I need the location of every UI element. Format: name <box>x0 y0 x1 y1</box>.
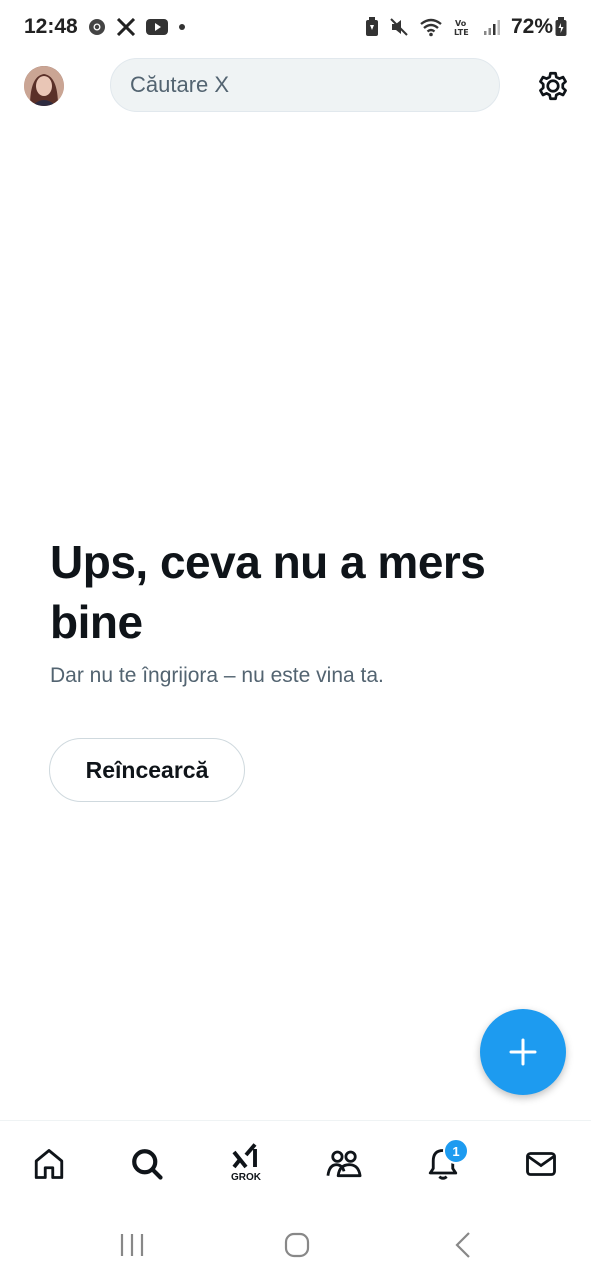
notification-badge: 1 <box>443 1138 469 1164</box>
x-icon <box>116 18 136 36</box>
avatar[interactable] <box>24 66 64 106</box>
home-button-icon[interactable] <box>282 1230 312 1260</box>
dot-icon <box>178 23 186 31</box>
svg-text:LTE: LTE <box>454 28 469 37</box>
battery-icon <box>555 17 567 37</box>
top-bar: Căutare X <box>0 54 591 118</box>
compose-button[interactable] <box>480 1009 566 1095</box>
search-placeholder: Căutare X <box>130 72 230 97</box>
youtube-icon <box>145 19 168 35</box>
bottom-nav <box>0 1120 591 1207</box>
wifi-icon <box>419 17 443 37</box>
svg-text:Vo: Vo <box>455 19 467 28</box>
mute-icon <box>389 17 409 37</box>
grok-label: GROK <box>231 1172 261 1183</box>
retry-button[interactable]: Reîncearcă <box>49 738 245 802</box>
status-bar: 12:48 Vo LTE 72% <box>0 0 591 54</box>
home-icon[interactable] <box>27 1141 71 1187</box>
chrome-icon <box>88 18 106 36</box>
battery-percent: 72% <box>510 15 553 38</box>
back-icon[interactable] <box>448 1230 478 1260</box>
gear-icon[interactable] <box>535 68 571 104</box>
volte-icon: Vo LTE <box>453 17 473 37</box>
search-icon[interactable] <box>125 1141 169 1187</box>
clock: 12:48 <box>24 15 78 38</box>
communities-icon[interactable] <box>322 1141 366 1187</box>
messages-icon[interactable] <box>519 1141 563 1187</box>
battery-saver-icon <box>365 17 379 37</box>
signal-icon <box>483 18 501 36</box>
error-title: Ups, ceva nu a mers bine <box>50 536 486 648</box>
error-subtitle: Dar nu te îngrijora – nu este vina ta. <box>50 664 384 687</box>
system-nav-bar <box>0 1206 591 1280</box>
search-input[interactable]: Căutare X <box>110 58 500 112</box>
recent-apps-icon[interactable] <box>117 1230 147 1260</box>
plus-icon <box>509 1038 537 1066</box>
